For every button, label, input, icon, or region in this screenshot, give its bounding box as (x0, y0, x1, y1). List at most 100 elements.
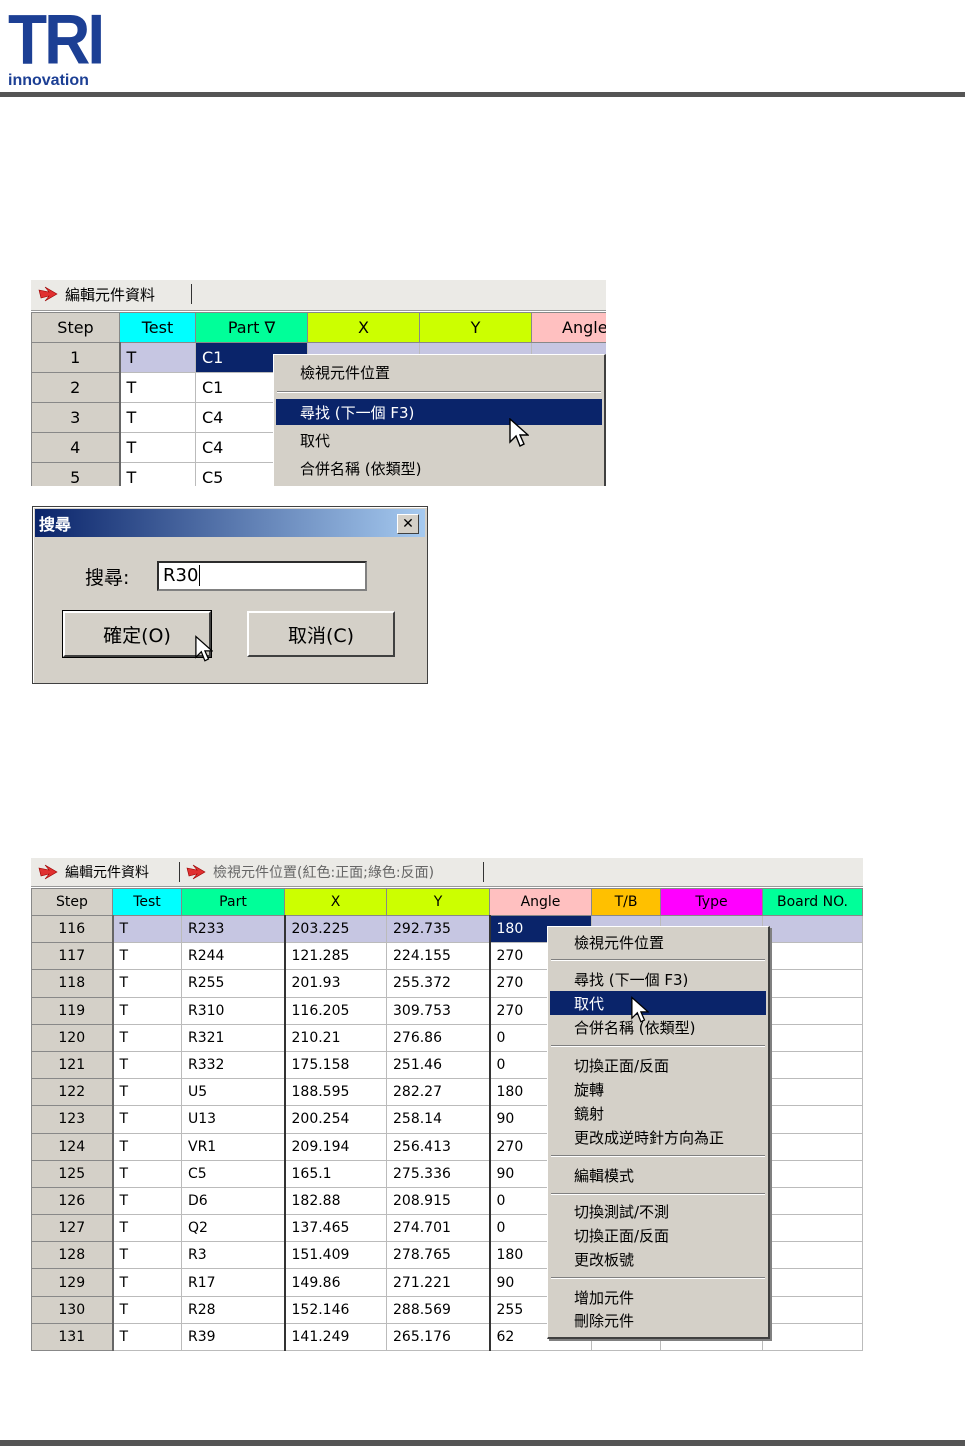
y-cell[interactable]: 276.86 (386, 1023, 490, 1052)
col-header[interactable]: Y (386, 888, 490, 916)
col-header[interactable]: Step (31, 312, 120, 343)
x-cell[interactable]: 151.409 (283, 1241, 387, 1270)
y-cell[interactable]: 292.735 (386, 914, 490, 944)
board-cell[interactable] (762, 1078, 863, 1107)
x-cell[interactable]: 201.93 (283, 969, 387, 998)
col-header[interactable]: Y (419, 312, 532, 343)
part-cell[interactable]: U5 (181, 1078, 285, 1107)
x-cell[interactable]: 116.205 (283, 996, 387, 1025)
part-cell[interactable]: Q2 (181, 1214, 285, 1243)
menu-item-toggle-side-2[interactable]: 切換正面/反面 (550, 1223, 766, 1247)
menu-item-edit-mode[interactable]: 編輯模式 (550, 1163, 766, 1187)
test-cell[interactable]: T (112, 942, 182, 971)
col-header[interactable]: Type (660, 888, 763, 916)
x-cell[interactable]: 175.158 (283, 1050, 387, 1080)
board-cell[interactable] (762, 1050, 863, 1080)
board-cell[interactable] (762, 1159, 863, 1188)
search-input[interactable]: R30 (157, 561, 367, 591)
x-cell[interactable]: 210.21 (283, 1023, 387, 1052)
menu-item-toggle-side[interactable]: 切換正面/反面 (550, 1053, 766, 1077)
y-cell[interactable]: 256.413 (386, 1132, 490, 1161)
part-cell[interactable]: R39 (181, 1322, 285, 1352)
part-cell[interactable]: U13 (181, 1105, 285, 1134)
board-cell[interactable] (762, 1105, 863, 1134)
ok-button[interactable]: 確定(O) (62, 610, 212, 658)
board-cell[interactable] (762, 996, 863, 1025)
test-cell[interactable]: T (119, 372, 196, 403)
board-cell[interactable] (762, 942, 863, 971)
part-cell[interactable]: R3 (181, 1241, 285, 1270)
y-cell[interactable]: 258.14 (386, 1105, 490, 1134)
y-cell[interactable]: 275.336 (386, 1159, 490, 1188)
test-cell[interactable]: T (112, 1132, 182, 1161)
menu-item-view-position[interactable]: 檢視元件位置 (550, 930, 766, 954)
y-cell[interactable]: 224.155 (386, 942, 490, 971)
col-header[interactable]: Part (181, 888, 285, 916)
menu-item-find-next[interactable]: 尋找 (下一個 F3) (550, 967, 766, 991)
test-cell[interactable]: T (119, 342, 196, 373)
test-cell[interactable]: T (112, 1268, 182, 1297)
test-cell[interactable]: T (112, 1186, 182, 1216)
test-cell[interactable]: T (112, 1214, 182, 1243)
x-cell[interactable]: 165.1 (283, 1159, 387, 1188)
col-header[interactable]: T/B (591, 888, 661, 916)
test-cell[interactable]: T (119, 432, 196, 463)
tab-edit-parts[interactable]: 編輯元件資料 (37, 282, 155, 306)
part-cell[interactable]: R255 (181, 969, 285, 998)
menu-item-rotate[interactable]: 旋轉 (550, 1077, 766, 1101)
col-header[interactable]: Angle (531, 312, 606, 343)
part-cell[interactable]: R28 (181, 1295, 285, 1324)
y-cell[interactable]: 278.765 (386, 1241, 490, 1270)
col-header[interactable]: X (307, 312, 420, 343)
tab-edit-parts[interactable]: 編輯元件資料 (37, 860, 149, 884)
menu-item-replace[interactable]: 取代 (550, 991, 766, 1015)
menu-item-find-next[interactable]: 尋找 (下一個 F3) (276, 399, 602, 425)
test-cell[interactable]: T (112, 1050, 182, 1080)
menu-item-toggle-test[interactable]: 切換測試/不測 (550, 1199, 766, 1223)
col-header[interactable]: Test (119, 312, 196, 343)
test-cell[interactable]: T (112, 1159, 182, 1188)
y-cell[interactable]: 255.372 (386, 969, 490, 998)
y-cell[interactable]: 282.27 (386, 1078, 490, 1107)
col-header[interactable]: Step (31, 888, 113, 916)
x-cell[interactable]: 203.225 (283, 914, 387, 944)
part-cell[interactable]: R321 (181, 1023, 285, 1052)
board-cell[interactable] (762, 969, 863, 998)
x-cell[interactable]: 152.146 (283, 1295, 387, 1324)
y-cell[interactable]: 265.176 (386, 1322, 490, 1352)
menu-item-ccw-positive[interactable]: 更改成逆時針方向為正 (550, 1125, 766, 1149)
test-cell[interactable]: T (112, 996, 182, 1025)
menu-item-replace[interactable]: 取代 (276, 427, 602, 453)
part-cell[interactable]: R332 (181, 1050, 285, 1080)
y-cell[interactable]: 208.915 (386, 1186, 490, 1216)
board-cell[interactable] (762, 914, 863, 944)
x-cell[interactable]: 209.194 (283, 1132, 387, 1161)
part-cell[interactable]: VR1 (181, 1132, 285, 1161)
x-cell[interactable]: 188.595 (283, 1078, 387, 1107)
board-cell[interactable] (762, 1268, 863, 1297)
y-cell[interactable]: 251.46 (386, 1050, 490, 1080)
part-cell[interactable]: R233 (181, 914, 285, 944)
tab-view-position[interactable]: 檢視元件位置(紅色:正面;綠色:反面) (185, 860, 434, 884)
board-cell[interactable] (762, 1214, 863, 1243)
x-cell[interactable]: 182.88 (283, 1186, 387, 1216)
board-cell[interactable] (762, 1241, 863, 1270)
x-cell[interactable]: 121.285 (283, 942, 387, 971)
board-cell[interactable] (762, 1023, 863, 1052)
test-cell[interactable]: T (112, 1078, 182, 1107)
part-cell[interactable]: C5 (181, 1159, 285, 1188)
col-header[interactable]: Test (112, 888, 182, 916)
test-cell[interactable]: T (112, 1105, 182, 1134)
part-cell[interactable]: R17 (181, 1268, 285, 1297)
menu-item-merge-names[interactable]: 合併名稱 (依類型) (550, 1015, 766, 1039)
close-icon[interactable]: ✕ (397, 514, 419, 534)
menu-item-change-board[interactable]: 更改板號 (550, 1247, 766, 1271)
part-cell[interactable]: R244 (181, 942, 285, 971)
test-cell[interactable]: T (112, 1241, 182, 1270)
y-cell[interactable]: 271.221 (386, 1268, 490, 1297)
test-cell[interactable]: T (112, 1023, 182, 1052)
col-header[interactable]: Board NO. (762, 888, 863, 916)
board-cell[interactable] (762, 1322, 863, 1352)
test-cell[interactable]: T (112, 969, 182, 998)
menu-item-view-position[interactable]: 檢視元件位置 (276, 359, 602, 385)
